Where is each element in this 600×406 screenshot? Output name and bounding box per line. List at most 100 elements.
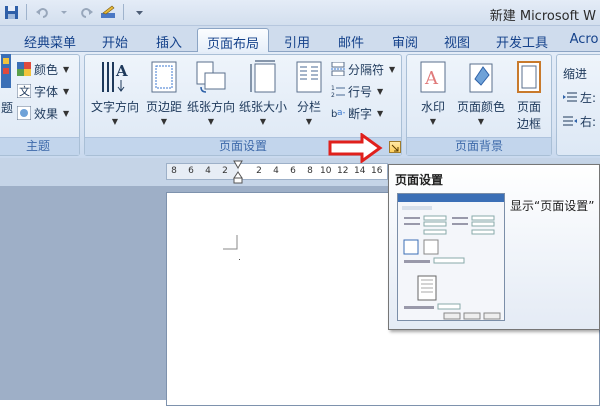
page-borders-label: 页面 [516,100,541,114]
page-setup-tooltip: 页面设置 显示“页面设置” [388,164,600,330]
line-numbers-icon: 12 [331,85,345,98]
ruler-number: 10 [320,166,332,176]
tab-mailings[interactable]: 邮件 [330,30,372,52]
text-direction-button[interactable]: A 文字方向 ▼ [88,59,142,126]
page-borders-icon [512,59,546,95]
ribbon: 题 颜色 ▼ 文 字体 ▼ 效果 ▼ 主题 A 文字方向 ▼ 页边距 ▼ 纸张方… [0,52,600,158]
themes-button[interactable] [1,54,11,88]
tooltip-title: 页面设置 [395,173,444,187]
dropdown-arrow-icon: ▼ [305,117,313,126]
theme-fonts-button[interactable]: 文 字体 ▼ [17,81,69,101]
tab-developer[interactable]: 开发工具 [490,30,554,52]
hyphenation-label: 断字 [348,106,373,121]
breaks-icon [331,62,345,76]
theme-fonts-label: 字体 [34,84,59,99]
tab-references[interactable]: 引用 [276,30,318,52]
margins-button[interactable]: 页边距 ▼ [143,59,185,126]
dropdown-arrow-icon: ▼ [389,64,396,74]
ruler-number: 4 [273,166,279,176]
ruler-number: 2 [222,166,228,176]
qat-separator [26,4,27,20]
themes-label[interactable]: 题 [1,99,13,116]
watermark-icon: A [416,59,450,95]
dropdown-arrow-icon: ▼ [207,117,215,126]
customize-qat-icon[interactable] [130,3,148,21]
page-color-icon [464,59,498,95]
watermark-button[interactable]: A 水印 ▼ [411,59,455,126]
horizontal-ruler[interactable]: 8 6 4 2 2 4 6 8 10 12 14 16 [166,160,388,184]
page-setup-dialog-launcher[interactable] [389,141,401,153]
dropdown-arrow-icon: ▼ [259,117,267,126]
dropdown-arrow-icon: ▼ [377,108,384,118]
red-arrow-icon [328,133,383,163]
undo-icon[interactable] [33,3,51,21]
dropdown-arrow-icon: ▼ [63,86,70,96]
format-painter-icon[interactable] [99,3,117,21]
ruler-number: 6 [290,166,296,176]
dialog-preview-thumbnail [397,193,505,321]
svg-text:文: 文 [19,84,30,98]
breaks-button[interactable]: 分隔符 ▼ [331,59,395,79]
columns-button[interactable]: 分栏 ▼ [291,59,327,126]
columns-label: 分栏 [296,100,321,114]
margins-label: 页边距 [145,100,182,114]
page-borders-button[interactable]: 页面 边框 [509,59,549,132]
line-numbers-label: 行号 [348,84,373,99]
page-color-button[interactable]: 页面颜色 ▼ [455,59,507,126]
indent-left-label: 左: [580,90,597,105]
page-background-group-label: 页面背景 [407,137,551,155]
indent-left-icon [563,92,577,102]
paper-size-button[interactable]: 纸张大小 ▼ [237,59,289,126]
text-direction-icon: A [98,59,132,95]
qat-separator [123,4,124,20]
hyphenation-button[interactable]: b a- 断字 ▼ [331,103,383,123]
text-cursor-icon [223,235,240,260]
redo-icon[interactable] [77,3,95,21]
quick-access-toolbar [2,3,148,21]
paragraph-group: 缩进 左: 右: [556,54,600,156]
indent-marker-icon[interactable] [233,160,243,184]
indent-right-field[interactable]: 右: [563,111,596,131]
page-borders-label-line2: 边框 [516,117,541,131]
tab-insert[interactable]: 插入 [146,30,192,52]
line-numbers-button[interactable]: 12 行号 ▼ [331,81,383,101]
dropdown-arrow-icon: ▼ [429,117,437,126]
dropdown-arrow-icon: ▼ [63,108,70,118]
svg-text:1: 1 [331,85,335,92]
tab-page-layout[interactable]: 页面布局 [197,28,269,53]
tab-acrobat[interactable]: Acro [564,30,600,52]
breaks-label: 分隔符 [348,62,385,77]
svg-text:a-: a- [337,108,345,118]
svg-text:2: 2 [331,92,335,98]
orientation-button[interactable]: 纸张方向 ▼ [185,59,237,126]
indent-right-label: 右: [580,114,597,129]
orientation-icon [194,59,228,95]
ribbon-tabs: 经典菜单 开始 插入 页面布局 引用 邮件 审阅 视图 开发工具 Acro [0,26,600,53]
dropdown-arrow-icon[interactable] [55,3,73,21]
save-icon[interactable] [2,3,20,21]
theme-colors-button[interactable]: 颜色 ▼ [17,59,69,79]
dropdown-arrow-icon: ▼ [477,117,485,126]
orientation-label: 纸张方向 [186,100,235,114]
ruler-number: 6 [188,166,194,176]
ruler-number: 8 [307,166,313,176]
title-bar: 新建 Microsoft W [0,0,600,26]
tab-review[interactable]: 审阅 [384,30,426,52]
tab-view[interactable]: 视图 [436,30,478,52]
svg-text:A: A [115,62,128,80]
paper-size-icon [246,59,280,95]
dropdown-arrow-icon: ▼ [377,86,384,96]
dropdown-arrow-icon: ▼ [111,117,119,126]
window-title: 新建 Microsoft W [489,9,596,24]
ruler-number: 16 [371,166,383,176]
page-color-label: 页面颜色 [456,100,505,114]
theme-effects-button[interactable]: 效果 ▼ [17,103,69,123]
indent-label: 缩进 [563,66,588,81]
tab-home[interactable]: 开始 [92,30,138,52]
paper-size-label: 纸张大小 [238,100,287,114]
ruler-number: 8 [171,166,177,176]
indent-left-field[interactable]: 左: [563,87,596,107]
fonts-icon: 文 [17,84,31,98]
themes-group: 题 颜色 ▼ 文 字体 ▼ 效果 ▼ 主题 [0,54,80,156]
tab-classic-menu[interactable]: 经典菜单 [20,30,80,52]
